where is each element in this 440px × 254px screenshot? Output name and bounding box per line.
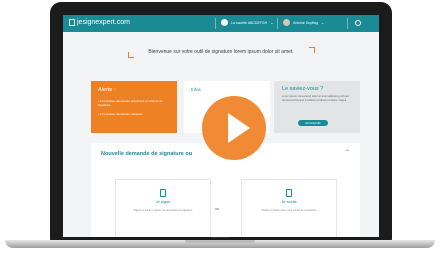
header-divider <box>277 18 278 29</box>
sign-option-desc: Signer un fichier et gérer vos demandes … <box>133 209 193 212</box>
alert-item[interactable]: • 3 nouvelles demandes préparées en atte… <box>98 99 170 107</box>
lock-icon <box>69 19 75 26</box>
header-divider <box>215 18 216 29</box>
request-title: Nouvelle demande de signature ou <box>101 151 193 157</box>
seal-option-title: Je scelle <box>281 199 297 204</box>
alert-item[interactable]: • 4 nouvelles demandes refusées <box>98 112 170 116</box>
user-menu[interactable]: Antoine Dupflag ⌄ <box>283 19 324 26</box>
play-icon <box>228 113 250 143</box>
top-bar: jesignexpert.com La société ABCDEFGH ⌄ A… <box>63 15 379 32</box>
tip-card: Le saviez-vous ? Lorem ipsum consectetur… <box>274 81 360 133</box>
tip-title: Le saviez-vous ? <box>282 86 324 92</box>
seal-option[interactable]: Je scelle Sceller un fichier avec votre … <box>241 179 337 237</box>
seal-option-desc: Sceller un fichier avec votre cachet de … <box>261 209 317 212</box>
sign-option[interactable]: Je signe Signer un fichier et gérer vos … <box>115 179 211 237</box>
or-label: ou <box>215 207 219 211</box>
org-logo-icon <box>221 19 228 26</box>
notification-icon[interactable] <box>355 20 361 26</box>
brand-logo[interactable]: jesignexpert.com <box>69 19 130 26</box>
welcome-message: Bienvenue sur votre outil de signature l… <box>148 49 294 55</box>
brand-name: jesignexpert.com <box>77 19 130 26</box>
user-name: Antoine Dupflag <box>293 20 318 25</box>
alert-title: Alerte : <box>98 87 116 93</box>
org-selector[interactable]: La société ABCDEFGH ⌄ <box>221 19 274 26</box>
alert-card: Alerte : • 3 nouvelles demandes préparée… <box>91 81 177 133</box>
laptop-notch <box>185 240 255 243</box>
video-play-button[interactable] <box>202 96 266 160</box>
learn-more-button[interactable]: EN SAVOIR <box>298 120 328 126</box>
sign-option-title: Je signe <box>155 199 171 204</box>
avatar <box>283 19 290 26</box>
chevron-up-icon[interactable]: ⌃ <box>345 149 350 156</box>
chevron-down-icon: ⌄ <box>270 20 274 25</box>
document-icon <box>160 189 166 197</box>
corner-accent <box>309 47 315 53</box>
header-divider <box>347 18 348 29</box>
info-title: Infos <box>191 87 201 92</box>
tip-text: Lorem ipsum consectetur dolor sit amet a… <box>282 95 349 102</box>
org-label: La société ABCDEFGH <box>231 20 268 25</box>
chevron-down-icon: ⌄ <box>320 20 325 25</box>
document-icon <box>286 189 292 197</box>
